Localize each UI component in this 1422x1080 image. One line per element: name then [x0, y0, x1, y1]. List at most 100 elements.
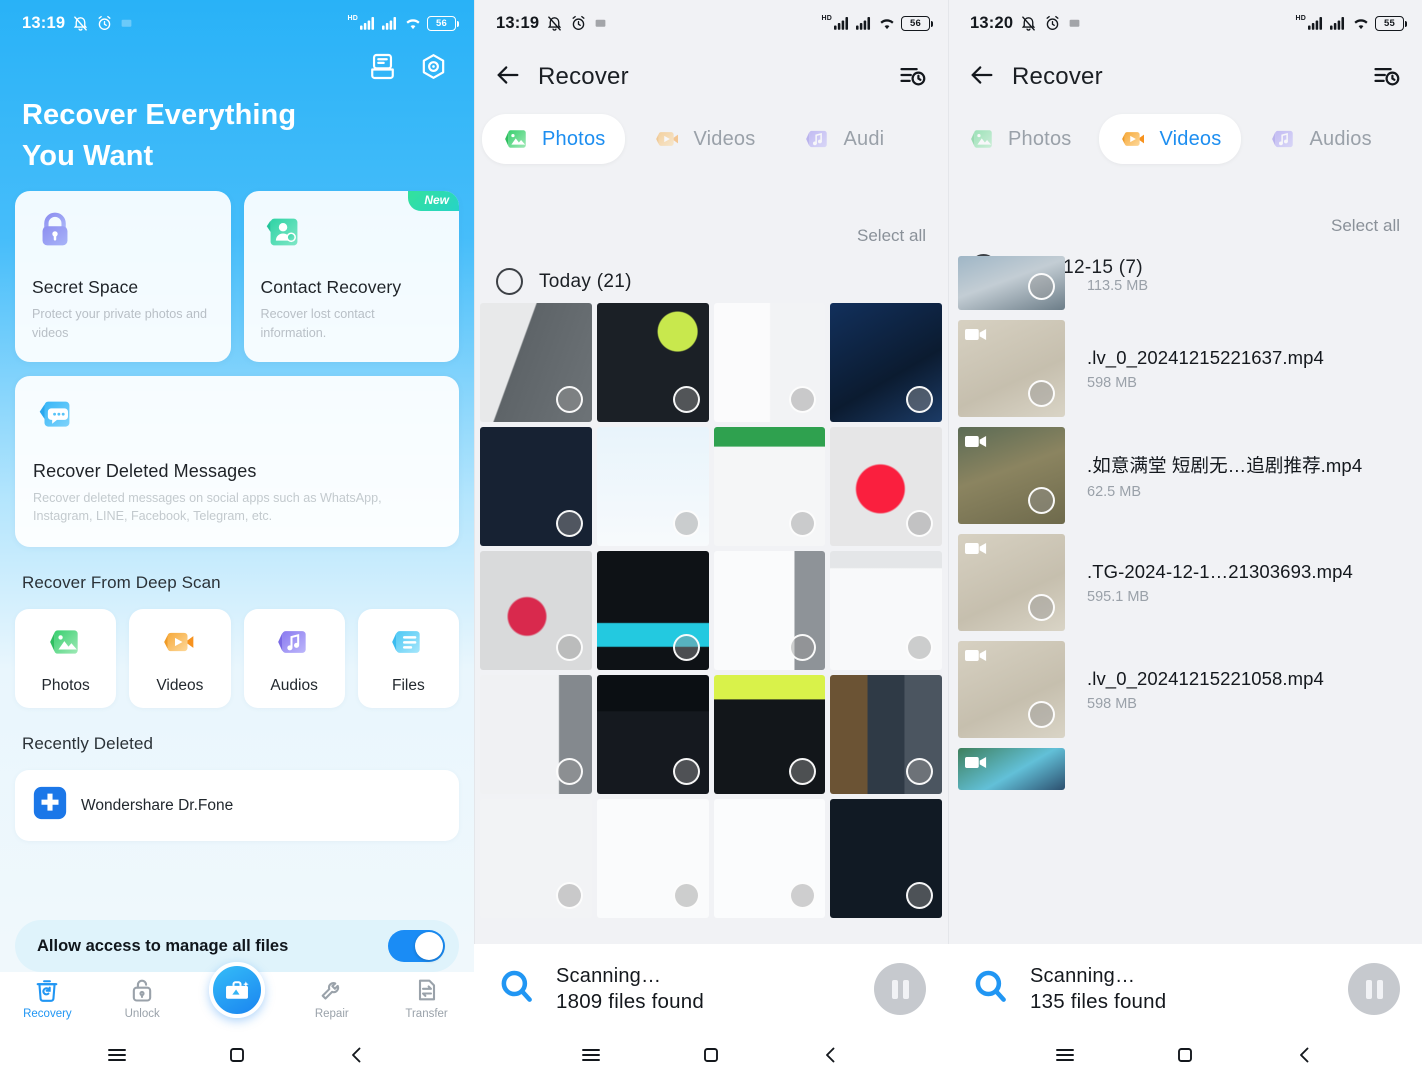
photo-thumb[interactable] [596, 551, 709, 671]
tab-toolkit[interactable] [198, 962, 276, 1032]
photo-checkbox[interactable] [906, 386, 933, 414]
photo-checkbox[interactable] [672, 882, 700, 910]
photo-thumb[interactable] [713, 303, 826, 423]
video-checkbox[interactable] [1028, 701, 1055, 728]
group-checkbox[interactable] [496, 268, 523, 295]
list-item[interactable]: .lv_0_20241215221058.mp4 598 MB [948, 636, 1422, 743]
photo-thumb[interactable] [830, 303, 942, 423]
photo-thumb[interactable] [480, 551, 592, 671]
home-icon[interactable] [699, 1043, 723, 1072]
tab-videos[interactable]: Videos [633, 114, 775, 164]
menu-icon[interactable] [1053, 1043, 1077, 1072]
tile-files[interactable]: Files [357, 609, 459, 709]
photo-checkbox[interactable] [555, 386, 583, 414]
video-thumbnail[interactable] [958, 320, 1065, 417]
photo-thumb[interactable] [480, 303, 592, 423]
card-secret-space[interactable]: Secret Space Protect your private photos… [15, 191, 231, 362]
inbox-icon[interactable] [368, 52, 397, 81]
pause-icon[interactable] [874, 963, 926, 1015]
home-icon[interactable] [1173, 1043, 1197, 1072]
photo-checkbox[interactable] [555, 758, 583, 786]
photo-thumb[interactable] [480, 675, 592, 795]
photo-checkbox[interactable] [906, 510, 933, 538]
card-contact-recovery[interactable]: New Contact Recovery Recover lost contac… [243, 191, 459, 362]
menu-icon[interactable] [579, 1043, 603, 1072]
video-thumbnail[interactable] [958, 641, 1065, 738]
file-name: .如意满堂 短剧无…追剧推荐.mp4 [1087, 454, 1363, 476]
photo-thumb[interactable] [830, 427, 942, 547]
photo-thumb[interactable] [596, 427, 709, 547]
photo-thumb[interactable] [713, 675, 826, 795]
tab-photos[interactable]: Photos [948, 114, 1091, 164]
back-icon[interactable] [1293, 1043, 1317, 1072]
list-item[interactable]: .如意满堂 短剧无…追剧推荐.mp4 62.5 MB [948, 422, 1422, 529]
back-icon[interactable] [819, 1043, 843, 1072]
video-thumbnail[interactable] [958, 748, 1065, 790]
tab-repair[interactable]: Repair [293, 976, 371, 1020]
list-item[interactable]: .TG-2024-12-1…21303693.mp4 595.1 MB [948, 529, 1422, 636]
tile-audios[interactable]: Audios [243, 609, 345, 709]
permission-toggle[interactable] [388, 930, 445, 962]
tile-videos[interactable]: Videos [129, 609, 231, 709]
photo-thumb[interactable] [596, 303, 709, 423]
pause-icon[interactable] [1348, 963, 1400, 1015]
list-item[interactable]: 113.5 MB [948, 251, 1422, 315]
tab-unlock[interactable]: Unlock [103, 976, 181, 1020]
back-arrow-icon[interactable] [494, 61, 522, 94]
photo-checkbox[interactable] [906, 882, 933, 910]
photo-checkbox[interactable] [789, 634, 817, 662]
tab-videos[interactable]: Videos [1099, 114, 1242, 164]
photo-checkbox[interactable] [789, 386, 817, 414]
tab-audios[interactable]: Audios [1249, 114, 1391, 164]
tab-audios[interactable]: Audi [783, 114, 904, 164]
photo-checkbox[interactable] [672, 634, 700, 662]
photo-checkbox[interactable] [672, 386, 700, 414]
tab-recovery[interactable]: Recovery [8, 976, 86, 1020]
video-checkbox[interactable] [1028, 380, 1055, 407]
list-item[interactable] [948, 743, 1422, 795]
photo-thumb[interactable] [713, 799, 826, 919]
photo-checkbox[interactable] [906, 758, 933, 786]
menu-icon[interactable] [105, 1043, 129, 1072]
video-checkbox[interactable] [1028, 487, 1055, 514]
photo-checkbox[interactable] [789, 882, 817, 910]
back-arrow-icon[interactable] [968, 61, 996, 94]
photo-checkbox[interactable] [789, 758, 817, 786]
photo-checkbox[interactable] [555, 510, 583, 538]
photo-thumb[interactable] [830, 675, 942, 795]
video-checkbox[interactable] [1028, 273, 1055, 300]
photo-checkbox[interactable] [789, 510, 817, 538]
video-thumbnail[interactable] [958, 256, 1065, 310]
video-thumbnail[interactable] [958, 427, 1065, 524]
list-item[interactable]: .lv_0_20241215221637.mp4 598 MB [948, 315, 1422, 422]
settings-icon[interactable] [419, 52, 448, 81]
photo-thumb[interactable] [596, 799, 709, 919]
toolkit-fab-icon[interactable] [208, 962, 265, 1018]
select-all-photos[interactable]: Select all [474, 164, 948, 246]
select-all-videos[interactable]: Select all [948, 164, 1422, 236]
tile-photos[interactable]: Photos [15, 609, 117, 709]
photo-checkbox[interactable] [672, 758, 700, 786]
home-icon[interactable] [225, 1043, 249, 1072]
photo-thumb[interactable] [596, 675, 709, 795]
photo-checkbox[interactable] [906, 634, 933, 662]
recently-deleted-item[interactable]: Wondershare Dr.Fone [15, 770, 459, 842]
photo-thumb[interactable] [480, 427, 592, 547]
tab-transfer[interactable]: Transfer [388, 976, 466, 1020]
history-icon[interactable] [898, 61, 926, 94]
photo-thumb[interactable] [713, 551, 826, 671]
photo-checkbox[interactable] [555, 882, 583, 910]
photo-thumb[interactable] [830, 799, 942, 919]
photo-thumb[interactable] [830, 551, 942, 671]
video-thumbnail[interactable] [958, 534, 1065, 631]
card-recover-deleted-messages[interactable]: Recover Deleted Messages Recover deleted… [15, 375, 459, 548]
group-header-today[interactable]: Today (21) [474, 246, 948, 295]
photo-checkbox[interactable] [555, 634, 583, 662]
back-icon[interactable] [345, 1043, 369, 1072]
history-icon[interactable] [1372, 61, 1400, 94]
tab-photos[interactable]: Photos [482, 114, 626, 164]
photo-checkbox[interactable] [672, 510, 700, 538]
photo-thumb[interactable] [480, 799, 592, 919]
video-checkbox[interactable] [1028, 594, 1055, 621]
photo-thumb[interactable] [713, 427, 826, 547]
